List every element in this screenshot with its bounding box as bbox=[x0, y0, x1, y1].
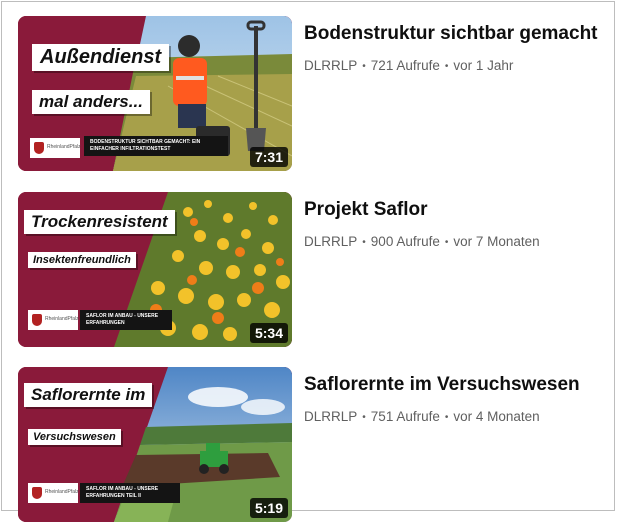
video-item[interactable]: Trockenresistent Insektenfreundlich Rhei… bbox=[18, 192, 618, 347]
thumbnail-tag-primary: Trockenresistent bbox=[24, 210, 175, 234]
video-item[interactable]: Außendienst mal anders... RheinlandPfalz… bbox=[18, 16, 618, 171]
upload-age: vor 1 Jahr bbox=[453, 58, 514, 73]
thumbnail-tag-secondary: Insektenfreundlich bbox=[28, 252, 136, 268]
video-info: Saflorernte im Versuchswesen DLRRLP • 751 … bbox=[304, 373, 618, 427]
video-title[interactable]: Bodenstruktur sichtbar gemacht bbox=[304, 22, 618, 46]
view-count: 900 Aufrufe bbox=[370, 234, 440, 249]
separator: • bbox=[444, 61, 449, 72]
channel-name[interactable]: DLRRLP bbox=[304, 409, 357, 424]
separator: • bbox=[362, 61, 366, 72]
separator: • bbox=[362, 412, 366, 423]
video-thumbnail[interactable]: Trockenresistent Insektenfreundlich Rhei… bbox=[18, 192, 292, 347]
video-meta: DLRRLP • 751 Aufrufe • vor 4 Monaten bbox=[304, 408, 618, 427]
separator: • bbox=[362, 237, 366, 248]
duration-badge: 5:19 bbox=[249, 498, 288, 518]
video-info: Bodenstruktur sichtbar gemacht DLRRLP • 72… bbox=[304, 22, 618, 76]
thumbnail-tag-secondary: mal anders... bbox=[32, 90, 150, 114]
video-info: Projekt Saflor DLRRLP • 900 Aufrufe • vor 7 … bbox=[304, 198, 618, 252]
separator: • bbox=[444, 412, 449, 423]
channel-name[interactable]: DLRRLP bbox=[304, 58, 357, 73]
separator: • bbox=[444, 237, 449, 248]
channel-name[interactable]: DLRRLP bbox=[304, 234, 357, 249]
view-count: 721 Aufrufe bbox=[370, 58, 440, 73]
duration-badge: 7:31 bbox=[249, 147, 288, 167]
thumbnail-banner: BODENSTRUKTUR SICHTBAR GEMACHT: EIN EINF… bbox=[84, 136, 228, 156]
thumbnail-tag-primary: Saflorernte im bbox=[24, 383, 153, 407]
logo: RheinlandPfalz bbox=[30, 138, 81, 158]
video-thumbnail[interactable]: Saflorernte im Versuchswesen RheinlandPf… bbox=[18, 367, 292, 522]
view-count: 751 Aufrufe bbox=[370, 409, 440, 424]
duration-badge: 5:34 bbox=[249, 323, 288, 343]
logo: RheinlandPfalz bbox=[28, 483, 79, 503]
video-item[interactable]: Saflorernte im Versuchswesen RheinlandPf… bbox=[18, 367, 618, 522]
video-thumbnail[interactable]: Außendienst mal anders... RheinlandPfalz… bbox=[18, 16, 292, 171]
crest-icon bbox=[32, 314, 42, 326]
logo: RheinlandPfalz bbox=[28, 310, 79, 330]
crest-icon bbox=[32, 487, 42, 499]
thumbnail-banner: SAFLOR IM ANBAU - UNSERE ERFAHRUNGEN bbox=[80, 310, 172, 330]
crest-icon bbox=[34, 142, 44, 154]
upload-age: vor 7 Monaten bbox=[453, 234, 540, 249]
video-title[interactable]: Projekt Saflor bbox=[304, 198, 618, 222]
thumbnail-banner: SAFLOR IM ANBAU - UNSERE ERFAHRUNGEN TEI… bbox=[80, 483, 180, 503]
video-meta: DLRRLP • 900 Aufrufe • vor 7 Monaten bbox=[304, 233, 618, 252]
thumbnail-tag-secondary: Versuchswesen bbox=[28, 429, 121, 445]
video-title[interactable]: Saflorernte im Versuchswesen bbox=[304, 373, 618, 397]
thumbnail-tag-primary: Außendienst bbox=[32, 44, 170, 71]
upload-age: vor 4 Monaten bbox=[453, 409, 540, 424]
video-meta: DLRRLP • 721 Aufrufe • vor 1 Jahr bbox=[304, 57, 618, 76]
